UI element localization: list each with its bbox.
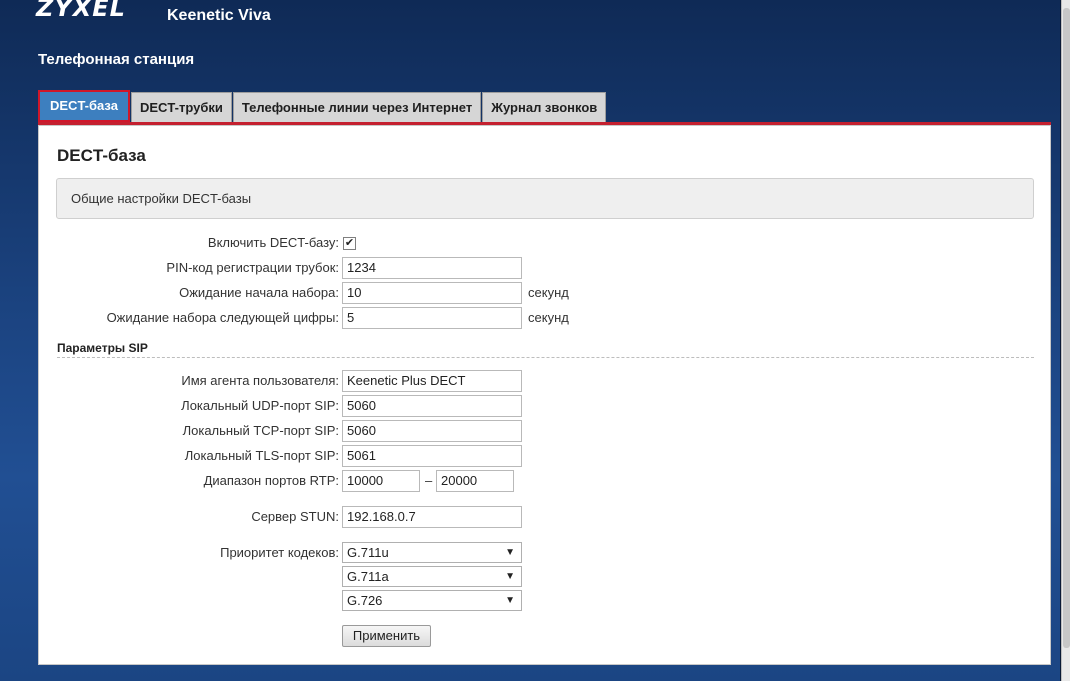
pin-label: PIN-код регистрации трубок: bbox=[166, 260, 339, 275]
rtp-from-input[interactable]: 10000 bbox=[342, 470, 420, 492]
codec-3-value: G.726 bbox=[347, 593, 383, 608]
chevron-down-icon: ▼ bbox=[505, 571, 515, 582]
apply-button[interactable]: Применить bbox=[342, 625, 431, 647]
brand-logo: ZYXEL bbox=[36, 0, 126, 22]
tab-dect-handsets[interactable]: DECT-трубки bbox=[130, 92, 232, 122]
router-window: ZYXEL Keenetic Viva Телефонная станция D… bbox=[0, 0, 1061, 681]
udp-port-label: Локальный UDP-порт SIP: bbox=[181, 398, 339, 413]
next-digit-input[interactable]: 5 bbox=[342, 307, 522, 329]
codec-select-1[interactable]: G.711u ▼ bbox=[342, 542, 522, 563]
codec-select-2[interactable]: G.711a ▼ bbox=[342, 566, 522, 587]
tab-call-log[interactable]: Журнал звонков bbox=[482, 92, 607, 122]
tab-bar: DECT-база DECT-трубки Телефонные линии ч… bbox=[38, 90, 607, 122]
enable-checkbox[interactable]: ✔ bbox=[343, 237, 356, 250]
sip-section-title: Параметры SIP bbox=[57, 341, 1034, 358]
panel-title: DECT-база bbox=[57, 146, 146, 165]
udp-port-input[interactable]: 5060 bbox=[342, 395, 522, 417]
tcp-port-input[interactable]: 5060 bbox=[342, 420, 522, 442]
pin-input[interactable]: 1234 bbox=[342, 257, 522, 279]
info-box: Общие настройки DECT-базы bbox=[56, 178, 1034, 219]
tls-port-input[interactable]: 5061 bbox=[342, 445, 522, 467]
vertical-scrollbar[interactable] bbox=[1061, 0, 1070, 681]
rtp-range-label: Диапазон портов RTP: bbox=[203, 473, 339, 488]
enable-label: Включить DECT-базу: bbox=[207, 235, 339, 250]
tcp-port-label: Локальный TCP-порт SIP: bbox=[182, 423, 339, 438]
rtp-range-separator: – bbox=[425, 473, 433, 488]
tls-port-label: Локальный TLS-порт SIP: bbox=[184, 448, 339, 463]
codec-1-value: G.711u bbox=[347, 545, 389, 560]
tab-internet-lines[interactable]: Телефонные линии через Интернет bbox=[232, 92, 482, 122]
rtp-to-input[interactable]: 20000 bbox=[436, 470, 514, 492]
model-name: Keenetic Viva bbox=[167, 7, 271, 24]
user-agent-input[interactable]: Keenetic Plus DECT bbox=[342, 370, 522, 392]
stun-label: Сервер STUN: bbox=[251, 509, 339, 524]
tab-dect-base[interactable]: DECT-база bbox=[38, 90, 130, 122]
next-digit-label: Ожидание набора следующей цифры: bbox=[106, 310, 339, 325]
page-title: Телефонная станция bbox=[38, 51, 195, 68]
codec-select-3[interactable]: G.726 ▼ bbox=[342, 590, 522, 611]
next-digit-unit: секунд bbox=[528, 310, 569, 325]
dial-wait-input[interactable]: 10 bbox=[342, 282, 522, 304]
codec-priority-label: Приоритет кодеков: bbox=[220, 545, 339, 560]
dial-wait-label: Ожидание начала набора: bbox=[179, 285, 339, 300]
dect-base-panel: DECT-база Общие настройки DECT-базы Вклю… bbox=[38, 125, 1051, 665]
user-agent-label: Имя агента пользователя: bbox=[181, 373, 339, 388]
stun-input[interactable]: 192.168.0.7 bbox=[342, 506, 522, 528]
scrollbar-thumb[interactable] bbox=[1063, 8, 1070, 648]
dial-wait-unit: секунд bbox=[528, 285, 569, 300]
chevron-down-icon: ▼ bbox=[505, 595, 515, 606]
chevron-down-icon: ▼ bbox=[505, 547, 515, 558]
codec-2-value: G.711a bbox=[347, 569, 389, 584]
